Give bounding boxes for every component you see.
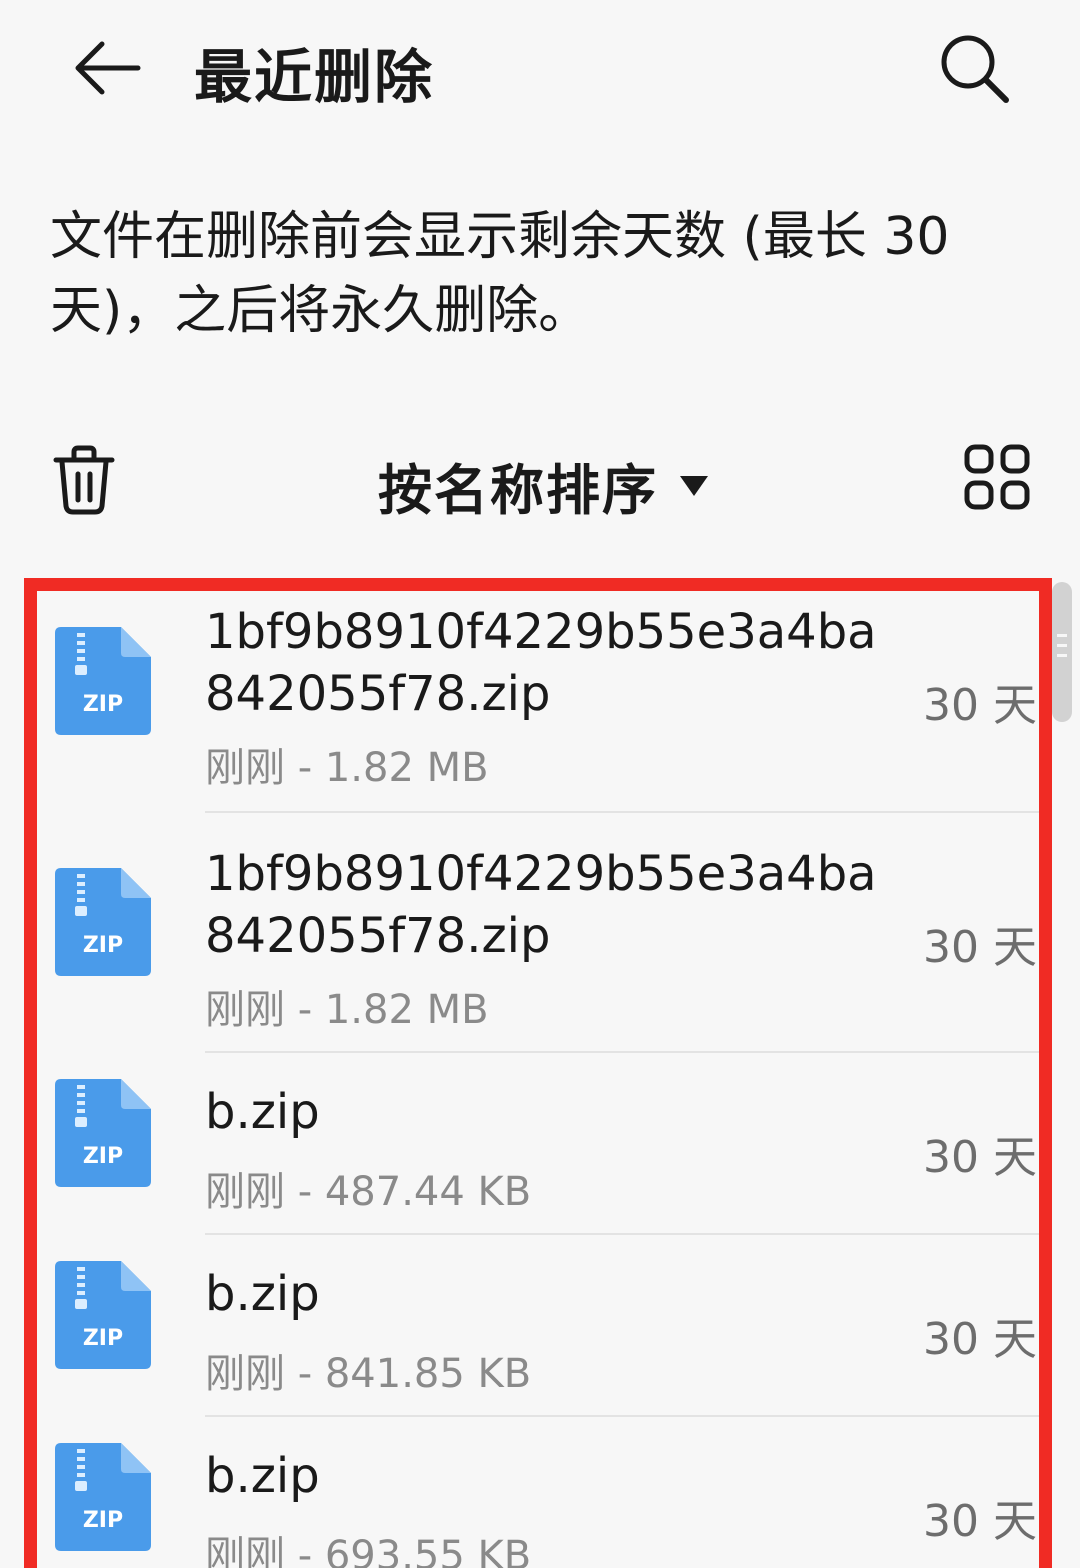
file-meta: 刚刚 - 487.44 KB [205,1169,532,1215]
file-name: b.zip [205,1084,320,1140]
zip-label: ZIP [83,1326,123,1351]
zip-label: ZIP [83,1144,123,1169]
list-item[interactable]: ZIP b.zip 刚刚 - 487.44 KB 30 天 [37,1053,1039,1235]
top-bar: 最近删除 [0,0,1080,140]
list-item[interactable]: ZIP 1bf9b8910f4229b55e3a4ba842055f78.zip… [37,813,1039,1053]
file-meta: 刚刚 - 1.82 MB [205,987,489,1033]
file-name: 1bf9b8910f4229b55e3a4ba842055f78.zip [205,846,877,964]
grid-view-icon[interactable] [964,444,1030,510]
retention-description: 文件在删除前会显示剩余天数 (最长 30 天)，之后将永久删除。 [50,207,950,341]
days-remaining: 30 天 [923,1314,1037,1365]
back-arrow-icon[interactable] [72,38,142,98]
list-item[interactable]: ZIP 1bf9b8910f4229b55e3a4ba842055f78.zip… [37,591,1039,813]
caret-down-icon [680,475,708,496]
sort-selector[interactable]: 按名称排序 [378,446,708,525]
file-name: b.zip [205,1448,320,1504]
trash-icon[interactable] [52,444,116,516]
list-item[interactable]: ZIP b.zip 刚刚 - 693.55 KB 30 天 [37,1417,1039,1568]
days-remaining: 30 天 [923,680,1037,731]
page-title: 最近删除 [194,43,435,111]
list-toolbar: 按名称排序 [0,430,1080,530]
scrollbar[interactable] [1052,582,1072,722]
zip-file-icon: ZIP [55,1261,151,1369]
zip-file-icon: ZIP [55,868,151,976]
sort-label: 按名称排序 [378,459,658,522]
file-meta: 刚刚 - 841.85 KB [205,1351,532,1397]
zip-file-icon: ZIP [55,1443,151,1551]
file-name: b.zip [205,1266,320,1322]
zip-file-icon: ZIP [55,627,151,735]
file-name: 1bf9b8910f4229b55e3a4ba842055f78.zip [205,604,877,722]
days-remaining: 30 天 [923,922,1037,973]
zip-file-icon: ZIP [55,1079,151,1187]
zip-label: ZIP [83,692,123,717]
search-icon[interactable] [936,30,1012,106]
zip-label: ZIP [83,933,123,958]
days-remaining: 30 天 [923,1496,1037,1547]
list-item[interactable]: ZIP b.zip 刚刚 - 841.85 KB 30 天 [37,1235,1039,1417]
file-list: ZIP 1bf9b8910f4229b55e3a4ba842055f78.zip… [24,578,1052,1568]
zip-label: ZIP [83,1508,123,1533]
file-meta: 刚刚 - 1.82 MB [205,745,489,791]
days-remaining: 30 天 [923,1132,1037,1183]
file-meta: 刚刚 - 693.55 KB [205,1533,532,1568]
